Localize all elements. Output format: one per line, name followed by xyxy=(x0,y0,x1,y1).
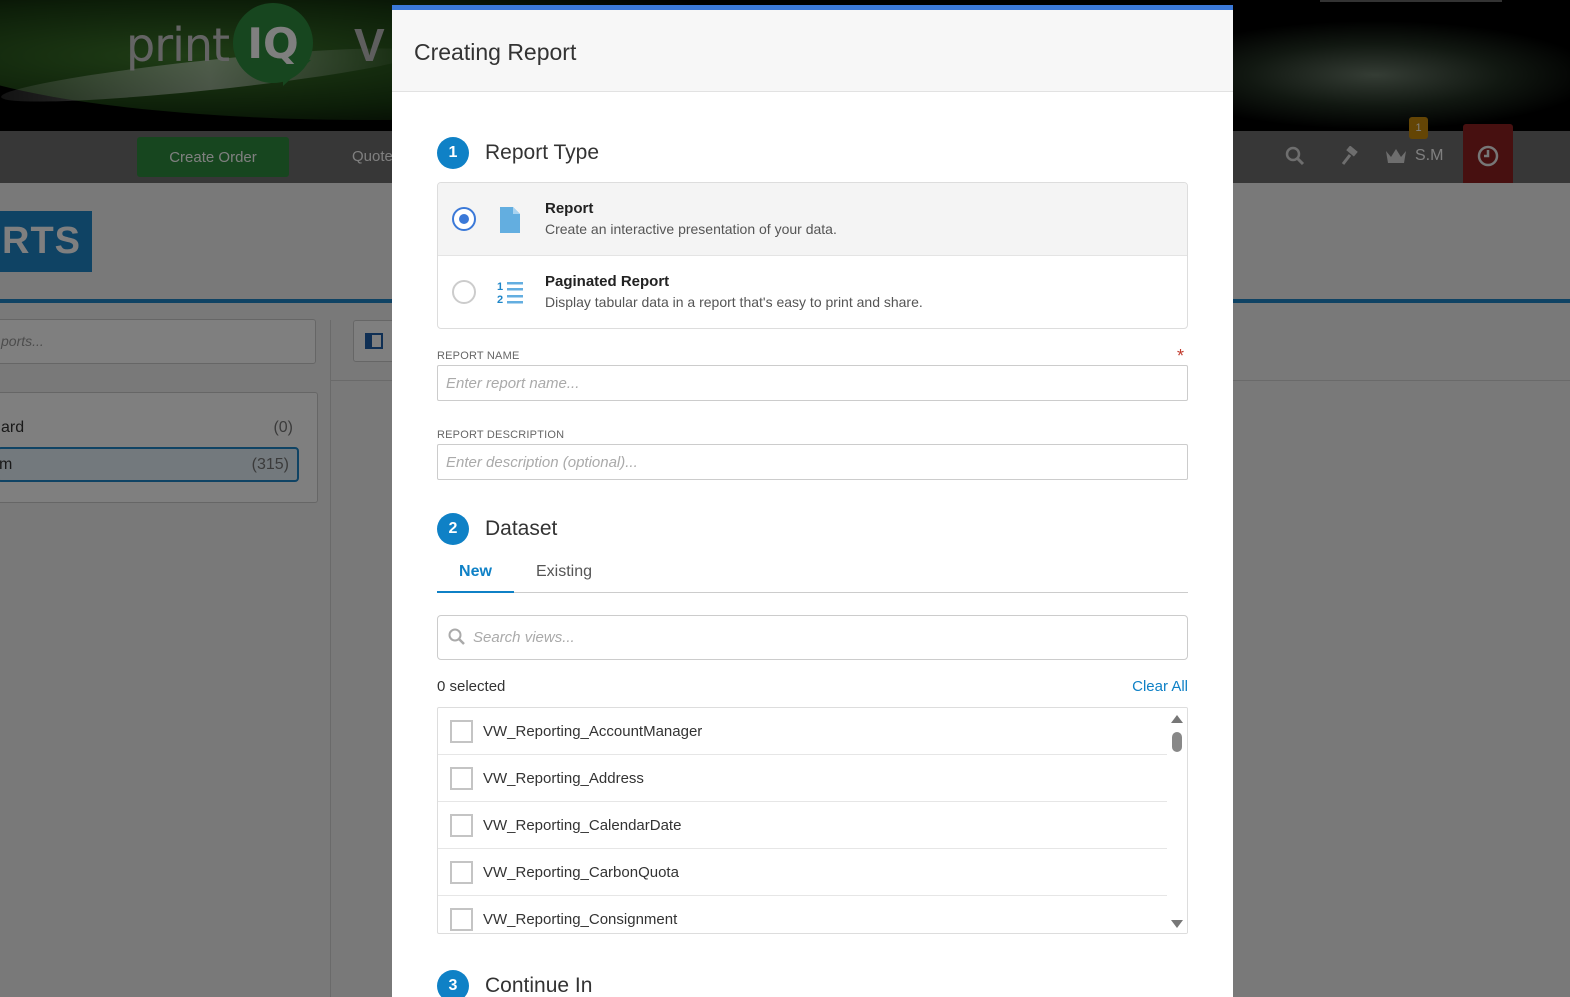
tab-existing[interactable]: Existing xyxy=(527,559,601,593)
report-description-label: REPORT DESCRIPTION xyxy=(437,429,565,441)
view-name: VW_Reporting_Address xyxy=(483,769,644,787)
step-title: Dataset xyxy=(485,517,558,540)
view-checkbox[interactable] xyxy=(450,766,473,790)
view-search-input[interactable] xyxy=(473,616,1173,659)
list-item[interactable]: VW_Reporting_AccountManager xyxy=(438,708,1168,755)
option-label: Paginated Report xyxy=(545,273,670,290)
step-continue-in: 3 Continue In xyxy=(437,970,592,997)
list-item[interactable]: VW_Reporting_CarbonQuota xyxy=(438,849,1168,896)
scroll-up-arrow-icon[interactable] xyxy=(1171,715,1183,723)
search-icon xyxy=(448,628,466,651)
dialog-header: Creating Report xyxy=(392,10,1233,92)
step-number: 3 xyxy=(437,970,469,997)
paginated-report-radio[interactable] xyxy=(452,280,476,304)
creating-report-dialog: Creating Report 1 Report Type Report Cre… xyxy=(392,5,1233,997)
report-type-option-report[interactable]: Report Create an interactive presentatio… xyxy=(438,183,1187,256)
report-type-option-paginated[interactable]: 1 2 Paginated Report Display tabular dat… xyxy=(438,256,1187,328)
svg-text:2: 2 xyxy=(497,294,503,306)
dialog-title: Creating Report xyxy=(414,39,577,65)
step-number: 1 xyxy=(437,137,469,169)
step-title: Continue In xyxy=(485,974,593,997)
scroll-down-arrow-icon[interactable] xyxy=(1171,920,1183,928)
scrollbar-thumb[interactable] xyxy=(1172,732,1182,752)
option-description: Display tabular data in a report that's … xyxy=(545,294,923,310)
selected-count: 0 selected xyxy=(437,678,506,695)
step-report-type: 1 Report Type xyxy=(437,137,599,169)
svg-text:1: 1 xyxy=(497,281,503,293)
view-name: VW_Reporting_AccountManager xyxy=(483,722,703,740)
report-radio[interactable] xyxy=(452,207,476,231)
list-item[interactable]: VW_Reporting_Address xyxy=(438,755,1168,802)
report-name-input[interactable] xyxy=(437,365,1188,401)
view-list: VW_Reporting_AccountManager VW_Reporting… xyxy=(437,707,1188,934)
view-list-scrollbar[interactable] xyxy=(1167,708,1187,933)
report-name-label: REPORT NAME xyxy=(437,350,520,362)
report-type-options: Report Create an interactive presentatio… xyxy=(437,182,1188,329)
clear-all-link[interactable]: Clear All xyxy=(1132,678,1188,695)
view-name: VW_Reporting_CarbonQuota xyxy=(483,863,679,881)
view-checkbox[interactable] xyxy=(450,908,473,931)
option-label: Report xyxy=(545,200,594,217)
report-description-input[interactable] xyxy=(437,444,1188,480)
required-indicator: * xyxy=(1177,346,1185,366)
tab-new[interactable]: New xyxy=(437,559,514,593)
view-search-box xyxy=(437,615,1188,660)
view-checkbox[interactable] xyxy=(450,813,473,837)
view-checkbox[interactable] xyxy=(450,860,473,884)
document-icon xyxy=(496,205,524,235)
option-description: Create an interactive presentation of yo… xyxy=(545,221,837,237)
view-name: VW_Reporting_CalendarDate xyxy=(483,816,682,834)
step-title: Report Type xyxy=(485,141,600,164)
list-item[interactable]: VW_Reporting_CalendarDate xyxy=(438,802,1168,849)
dataset-tabs: New Existing xyxy=(437,559,1188,593)
list-item[interactable]: VW_Reporting_Consignment xyxy=(438,896,1168,933)
view-name: VW_Reporting_Consignment xyxy=(483,911,678,928)
view-checkbox[interactable] xyxy=(450,719,473,743)
step-number: 2 xyxy=(437,513,469,545)
numbered-list-icon: 1 2 xyxy=(496,278,524,308)
step-dataset: 2 Dataset xyxy=(437,513,557,545)
